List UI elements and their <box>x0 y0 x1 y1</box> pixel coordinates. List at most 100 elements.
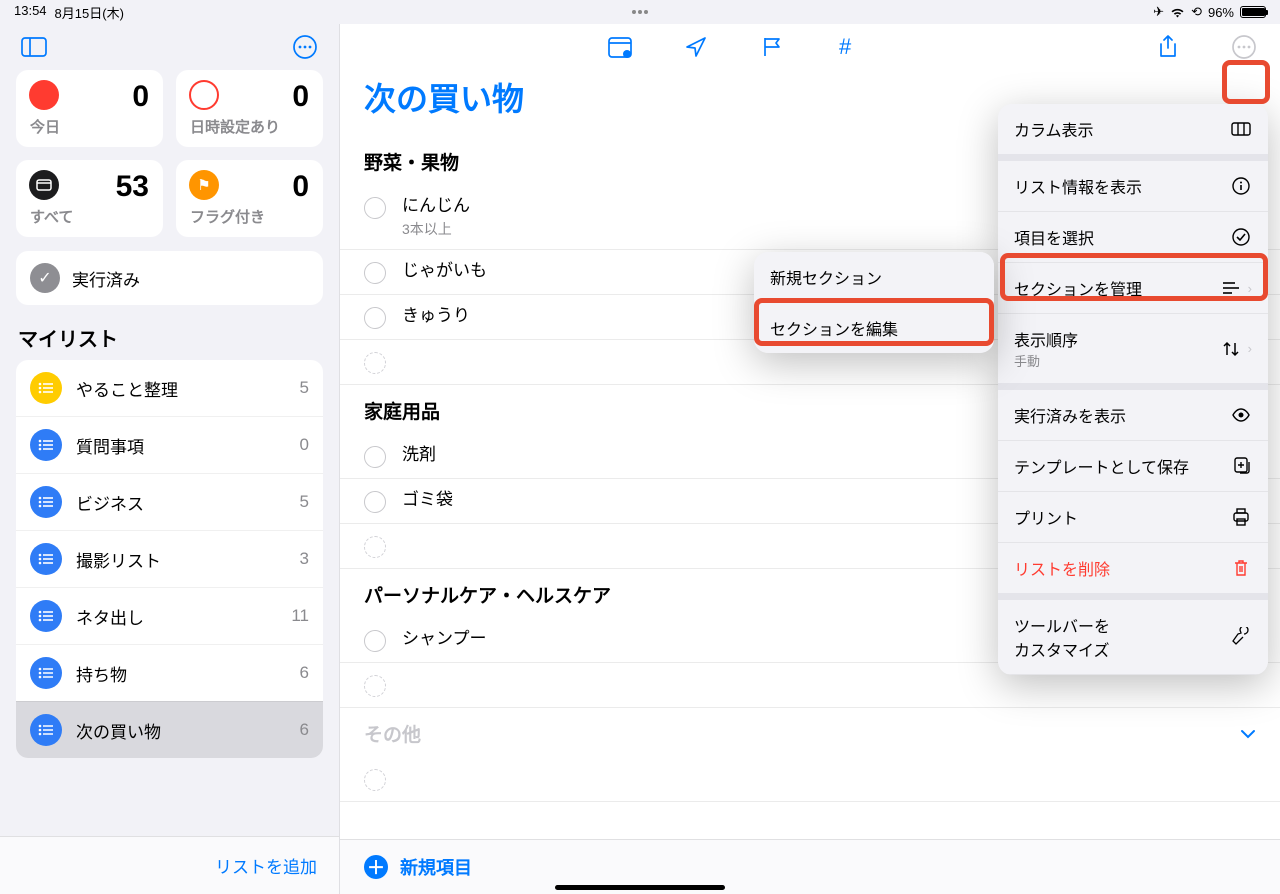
list-name: 質問事項 <box>76 433 144 458</box>
smart-card-icon <box>29 170 59 200</box>
menu-label: テンプレートとして保存 <box>1014 460 1189 477</box>
tag-icon[interactable]: # <box>832 31 864 63</box>
menu-item[interactable]: 実行済みを表示 <box>998 390 1268 441</box>
checkbox-icon[interactable] <box>364 630 386 652</box>
list-icon <box>30 657 62 689</box>
menu-item[interactable]: リストを削除 <box>998 543 1268 600</box>
menu-item[interactable]: 項目を選択 <box>998 212 1268 263</box>
smart-card-label: 日時設定あり <box>190 116 309 137</box>
todo-text: きゅうり <box>402 305 470 327</box>
submenu-label: 新規セクション <box>770 265 882 289</box>
checkbox-icon[interactable] <box>364 352 386 374</box>
submenu-label: セクションを編集 <box>770 316 898 340</box>
submenu-item[interactable]: 新規セクション <box>754 252 994 303</box>
smart-card-count: 0 <box>132 80 149 114</box>
flag-icon[interactable] <box>756 31 788 63</box>
list-item[interactable]: 質問事項 0 <box>16 416 323 473</box>
print-icon <box>1230 508 1252 526</box>
list-item[interactable]: 持ち物 6 <box>16 644 323 701</box>
smart-card[interactable]: 53すべて <box>16 160 163 237</box>
smart-card-count: 0 <box>292 80 309 114</box>
template-icon <box>1230 457 1252 475</box>
list-item[interactable]: ビジネス5 <box>16 473 323 530</box>
status-date: 8月15日(木) <box>55 3 124 22</box>
menu-item[interactable]: ツールバーをカスタマイズ <box>998 600 1268 675</box>
menu-label: 項目を選択 <box>1014 231 1094 248</box>
checkbox-icon[interactable] <box>364 491 386 513</box>
section-header[interactable]: その他 <box>340 708 1280 757</box>
todo-text: にんじん <box>402 195 470 217</box>
check-icon: ✓ <box>30 263 60 293</box>
list-count: 5 <box>300 378 309 398</box>
status-bar: 13:54 8月15日(木) ✈︎ ⟲ 96% <box>0 0 1280 24</box>
list-item[interactable]: 次の買い物6 <box>16 701 323 758</box>
rotation-lock-icon: ⟲ <box>1191 4 1202 20</box>
checkbox-icon[interactable] <box>364 262 386 284</box>
checkbox-icon[interactable] <box>364 675 386 697</box>
status-time: 13:54 <box>14 3 47 22</box>
checkbox-icon[interactable] <box>364 769 386 791</box>
smart-card[interactable]: 15 0日時設定あり <box>176 70 323 147</box>
checkbox-icon[interactable] <box>364 446 386 468</box>
completed-row[interactable]: ✓ 実行済み <box>16 251 323 305</box>
airplane-icon: ✈︎ <box>1153 4 1164 20</box>
mylists-title: マイリスト <box>0 305 339 360</box>
checkbox-icon[interactable] <box>364 536 386 558</box>
plus-icon: ＋ <box>364 855 388 879</box>
smart-card[interactable]: 0今日 <box>16 70 163 147</box>
menu-label: リスト情報を表示 <box>1014 180 1142 197</box>
smart-card-icon: 15 <box>189 80 219 110</box>
check-icon <box>1230 228 1252 246</box>
smart-card-count: 0 <box>292 170 309 204</box>
trash-icon <box>1230 559 1252 577</box>
svg-text:#: # <box>839 36 852 58</box>
chevron-right-icon: › <box>1248 341 1252 356</box>
list-count: 0 <box>300 435 309 455</box>
sections-icon <box>1220 281 1242 295</box>
menu-item[interactable]: プリント <box>998 492 1268 543</box>
todo-subtext: 3本以上 <box>402 219 470 239</box>
battery-icon <box>1240 6 1266 18</box>
menu-item[interactable]: カラム表示 <box>998 104 1268 161</box>
more-menu-icon[interactable] <box>289 31 321 63</box>
new-item-button[interactable]: ＋ 新規項目 <box>340 839 1280 894</box>
add-list-button[interactable]: リストを追加 <box>215 858 317 877</box>
smart-card-count: 53 <box>116 170 149 204</box>
list-name: 撮影リスト <box>76 547 161 572</box>
list-item[interactable]: やること整理5 <box>16 360 323 416</box>
sidebar: 0今日150日時設定あり53すべて⚑0フラグ付き ✓ 実行済み マイリスト やる… <box>0 24 340 894</box>
location-icon[interactable] <box>680 31 712 63</box>
todo-item[interactable] <box>340 757 1280 802</box>
menu-item[interactable]: セクションを管理› <box>998 263 1268 314</box>
checkbox-icon[interactable] <box>364 197 386 219</box>
list-icon <box>30 486 62 518</box>
more-icon[interactable] <box>1228 31 1260 63</box>
smart-card-label: すべて <box>30 206 149 227</box>
todo-text: シャンプー <box>402 628 487 650</box>
list-count: 6 <box>300 663 309 683</box>
checkbox-icon[interactable] <box>364 307 386 329</box>
menu-item[interactable]: リスト情報を表示 <box>998 161 1268 212</box>
share-icon[interactable] <box>1152 31 1184 63</box>
list-item[interactable]: 撮影リスト3 <box>16 530 323 587</box>
list-icon <box>30 600 62 632</box>
list-item[interactable]: ネタ出し11 <box>16 587 323 644</box>
completed-label: 実行済み <box>72 266 140 291</box>
menu-item[interactable]: テンプレートとして保存 <box>998 441 1268 492</box>
multitask-dots[interactable] <box>632 10 648 14</box>
list-count: 6 <box>300 720 309 740</box>
sidebar-toggle-icon[interactable] <box>18 31 50 63</box>
context-menu: カラム表示リスト情報を表示項目を選択セクションを管理›表示順序手動›実行済みを表… <box>998 104 1268 675</box>
menu-label: プリント <box>1014 511 1078 528</box>
calendar-icon[interactable] <box>604 31 636 63</box>
menu-label: 表示順序 <box>1014 333 1078 350</box>
menu-item[interactable]: 表示順序手動› <box>998 314 1268 390</box>
smart-card-label: フラグ付き <box>190 206 309 227</box>
menu-label: カラム表示 <box>1014 123 1094 140</box>
list-name: 持ち物 <box>76 661 127 686</box>
wrench-icon <box>1230 627 1252 647</box>
submenu-item[interactable]: セクションを編集 <box>754 303 994 353</box>
smart-card-icon <box>29 80 59 110</box>
smart-card[interactable]: ⚑ 0フラグ付き <box>176 160 323 237</box>
smart-card-icon: ⚑ <box>189 170 219 200</box>
